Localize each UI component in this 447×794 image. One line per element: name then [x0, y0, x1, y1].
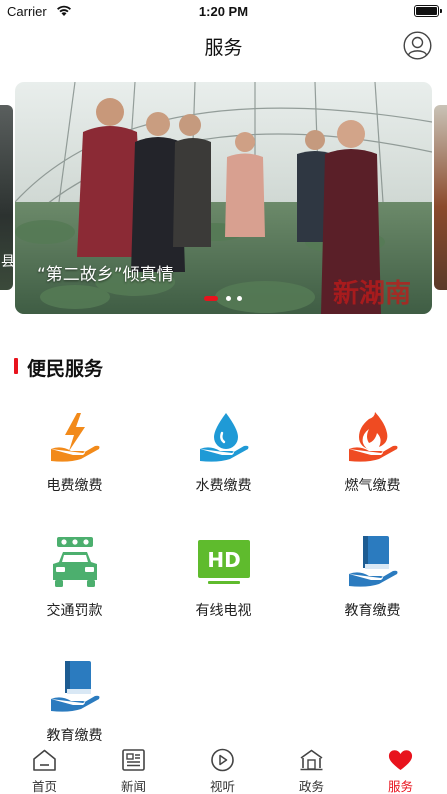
- carousel-dot: [226, 296, 231, 301]
- svg-text:HD: HD: [207, 548, 240, 572]
- news-icon: [122, 749, 145, 771]
- play-circle-icon: [211, 748, 234, 772]
- service-water[interactable]: 水费缴费: [149, 409, 298, 519]
- nav-bar: 服务: [0, 22, 447, 70]
- banner-caption: “第二故乡”倾真情: [37, 265, 174, 285]
- battery-icon: [414, 5, 442, 17]
- status-bar: Carrier 1:20 PM: [0, 0, 447, 22]
- book-hand-icon: [51, 661, 100, 712]
- tab-bar: 首页 新闻 视听 政务 服务: [0, 744, 447, 794]
- tab-label: 视听: [209, 779, 235, 794]
- home-icon: [33, 749, 56, 771]
- tab-services[interactable]: 服务: [356, 744, 445, 794]
- service-traffic-fine[interactable]: 交通罚款: [0, 534, 149, 644]
- heart-icon: [388, 750, 413, 770]
- service-label: 电费缴费: [46, 478, 103, 494]
- tab-government[interactable]: 政务: [267, 744, 356, 794]
- tab-label: 新闻: [120, 779, 146, 794]
- book-hand-icon: [349, 536, 398, 587]
- carousel-dot-active: [204, 296, 218, 301]
- tab-home[interactable]: 首页: [0, 744, 89, 794]
- banner-next-peek[interactable]: [434, 105, 447, 290]
- banner-watermark: 新湖南: [333, 278, 411, 309]
- service-label: 教育缴费: [344, 603, 401, 619]
- section-accent-bar: [14, 358, 18, 374]
- government-building-icon: [300, 749, 323, 771]
- user-circle-icon[interactable]: [403, 31, 432, 60]
- service-label: 教育缴费: [46, 728, 103, 744]
- tab-video[interactable]: 视听: [178, 744, 267, 794]
- service-label: 有线电视: [195, 603, 252, 619]
- page-title: 服务: [204, 37, 243, 59]
- clock: 1:20 PM: [198, 4, 249, 19]
- water-drop-hand-icon: [200, 413, 249, 462]
- tab-label: 服务: [387, 779, 413, 794]
- tab-news[interactable]: 新闻: [89, 744, 178, 794]
- hd-tv-icon: HD: [198, 540, 250, 584]
- banner-prev-peek[interactable]: 县: [0, 105, 13, 290]
- service-label: 交通罚款: [46, 603, 103, 619]
- banner-slide[interactable]: 新湖南 “第二故乡”倾真情: [15, 82, 432, 314]
- tab-label: 政务: [298, 779, 324, 794]
- tab-label: 首页: [31, 779, 57, 794]
- gas-flame-hand-icon: [349, 412, 398, 462]
- car-icon: [53, 537, 97, 587]
- service-label: 燃气缴费: [344, 478, 401, 494]
- banner-prev-peek-text: 县: [1, 254, 13, 270]
- carousel-dot: [237, 296, 242, 301]
- section-title: 便民服务: [27, 358, 104, 380]
- service-gas[interactable]: 燃气缴费: [298, 409, 447, 519]
- banner-carousel[interactable]: 县 新湖南 “第二故乡”倾真情: [0, 70, 447, 320]
- service-cable-tv[interactable]: HD 有线电视: [149, 534, 298, 644]
- electricity-hand-icon: [51, 413, 100, 462]
- service-electricity[interactable]: 电费缴费: [0, 409, 149, 519]
- service-education[interactable]: 教育缴费: [298, 534, 447, 644]
- service-label: 水费缴费: [195, 478, 252, 494]
